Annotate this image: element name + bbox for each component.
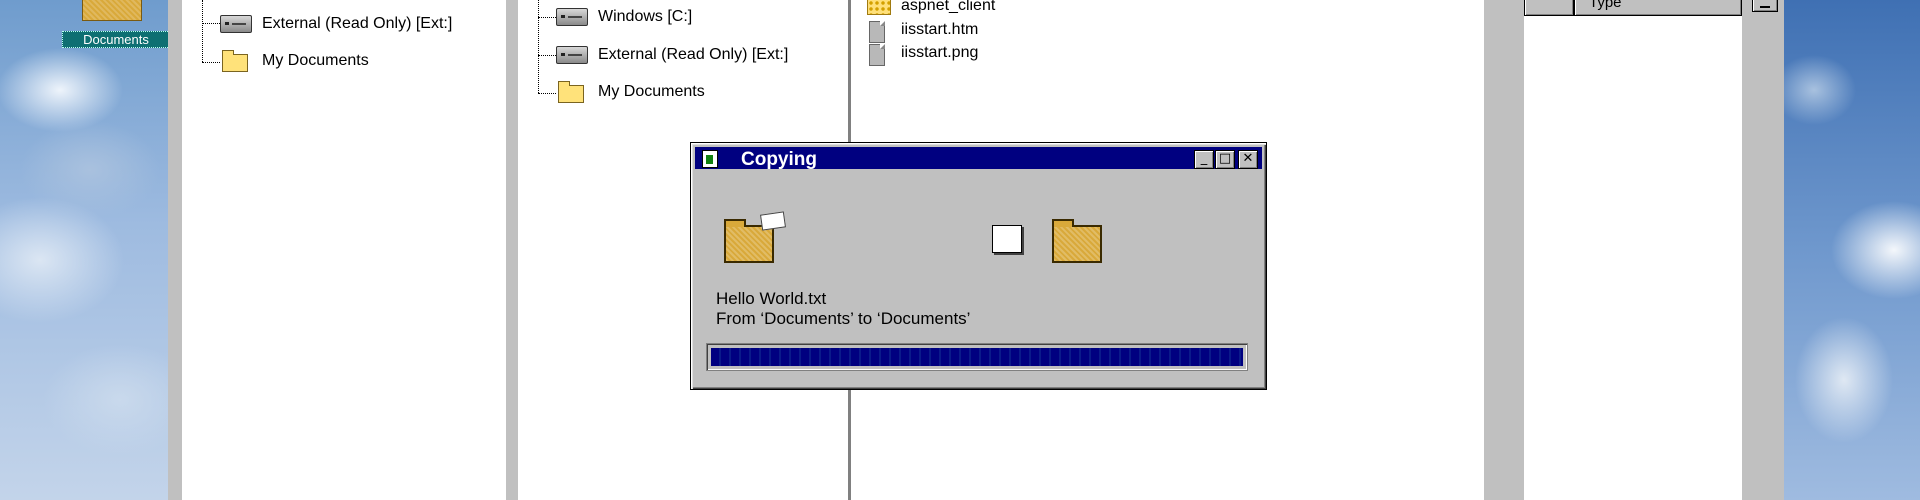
dialog-titlebar[interactable]: Copying _ □ ✕ xyxy=(695,147,1262,169)
copying-dialog: Copying _ □ ✕ Hello World.txt From ‘Docu… xyxy=(690,142,1267,390)
column-header-label: Type xyxy=(1589,0,1622,11)
column-header-type[interactable]: Type xyxy=(1574,0,1742,16)
drive-icon xyxy=(556,46,588,64)
folder-icon xyxy=(82,0,142,21)
close-icon: ✕ xyxy=(1242,151,1254,166)
maximize-icon: □ xyxy=(1218,151,1232,166)
details-panel: Type xyxy=(1524,0,1742,500)
tree-item-label: External (Read Only) [Ext:] xyxy=(598,46,789,63)
destination-folder-icon xyxy=(1052,219,1102,263)
desktop-icon-label: Documents xyxy=(62,31,170,48)
document-icon xyxy=(869,44,885,66)
window-frame-right xyxy=(1484,0,1524,500)
file-item-label: iisstart.htm xyxy=(901,21,979,38)
copy-file-name: Hello World.txt xyxy=(716,289,827,308)
column-header-blank[interactable] xyxy=(1524,0,1574,16)
file-item-label: iisstart.png xyxy=(901,44,979,61)
tree-item-label: External (Read Only) [Ext:] xyxy=(262,15,453,32)
minimize-icon: _ xyxy=(1200,151,1208,166)
scroll-up-button[interactable] xyxy=(1752,0,1778,12)
progress-fill xyxy=(711,348,1243,366)
copy-from-to: From ‘Documents’ to ‘Documents’ xyxy=(716,309,971,328)
progress-bar xyxy=(706,343,1248,371)
folder-icon xyxy=(558,81,584,103)
folder-icon xyxy=(222,50,248,72)
source-folder-icon xyxy=(724,211,786,263)
dialog-title: Copying xyxy=(741,149,817,170)
close-button[interactable]: ✕ xyxy=(1238,150,1258,169)
tree-item-label: Windows [C:] xyxy=(598,8,693,25)
minimize-button[interactable]: _ xyxy=(1194,150,1214,169)
tree-item-label: My Documents xyxy=(262,52,369,69)
maximize-button[interactable]: □ xyxy=(1215,150,1235,169)
drive-icon xyxy=(220,15,252,33)
desktop-wallpaper-right xyxy=(1784,0,1920,500)
file-item-label: aspnet_client xyxy=(901,0,996,14)
drive-icon xyxy=(556,8,588,26)
system-folder-icon xyxy=(867,0,891,15)
minus-icon xyxy=(1760,6,1770,8)
left-tree-panel: External (Read Only) [Ext:] My Documents xyxy=(182,0,506,500)
window-frame-left xyxy=(168,0,182,500)
app-icon xyxy=(702,150,718,168)
tree-item-label: My Documents xyxy=(598,83,705,100)
window-frame-divider-1 xyxy=(506,0,518,500)
document-icon xyxy=(869,21,885,43)
flying-paper-icon xyxy=(760,211,786,231)
scrollbar-track[interactable] xyxy=(1742,0,1784,500)
file-in-transit-icon xyxy=(992,225,1022,253)
desktop-wallpaper-left xyxy=(0,0,168,500)
